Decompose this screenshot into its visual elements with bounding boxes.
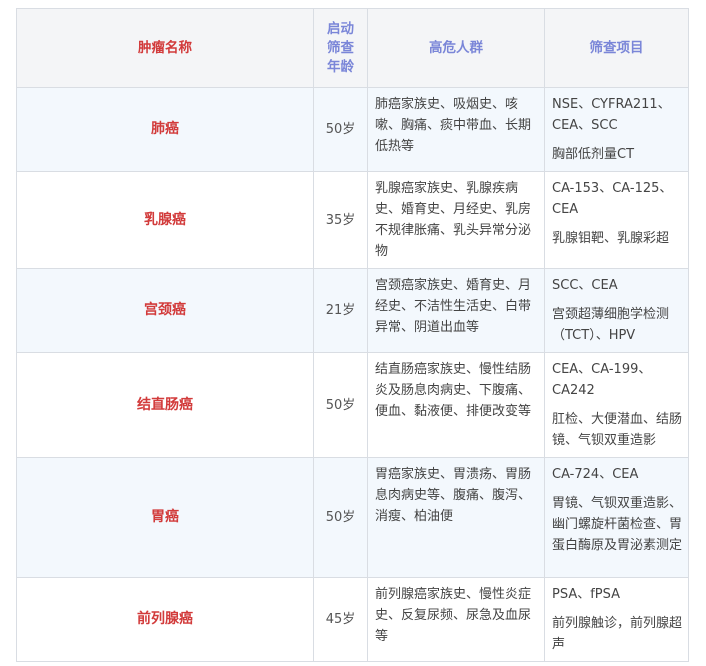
screening-exams: 胃镜、气钡双重造影、幽门螺旋杆菌检查、胃蛋白酶原及胃泌素测定: [552, 496, 683, 553]
screening-items: NSE、CYFRA211、CEA、SCC 胸部低剂量CT: [544, 87, 689, 172]
tumor-name: 结直肠癌: [16, 352, 314, 458]
screening-markers: SCC、CEA: [552, 278, 618, 293]
screening-exams: 胸部低剂量CT: [552, 147, 635, 162]
header-high-risk: 高危人群: [367, 8, 545, 88]
header-start-age-line: 年龄: [327, 58, 354, 75]
screening-markers: CA-724、CEA: [552, 467, 639, 482]
tumor-name: 肺癌: [16, 87, 314, 172]
high-risk-group: 肺癌家族史、吸烟史、咳嗽、胸痛、痰中带血、长期低热等: [367, 87, 545, 172]
screening-table-container: 肿瘤名称 启动 筛查 年龄 高危人群 筛查项目 肺癌 50岁 肺癌家族史、吸烟史…: [16, 8, 689, 662]
screening-exams: 肛检、大便潜血、结肠镜、气钡双重造影: [552, 412, 683, 448]
screening-items: CEA、CA-199、CA242 肛检、大便潜血、结肠镜、气钡双重造影: [544, 352, 689, 458]
high-risk-group: 宫颈癌家族史、婚育史、月经史、不洁性生活史、白带异常、阴道出血等: [367, 268, 545, 353]
start-age: 21岁: [313, 268, 368, 353]
tumor-name: 乳腺癌: [16, 171, 314, 269]
high-risk-group: 前列腺癌家族史、慢性炎症史、反复尿频、尿急及血尿等: [367, 577, 545, 662]
table-row: 前列腺癌 45岁 前列腺癌家族史、慢性炎症史、反复尿频、尿急及血尿等 PSA、f…: [16, 577, 689, 662]
table-row: 胃癌 50岁 胃癌家族史、胃溃疡、胃肠息肉病史等、腹痛、腹泻、消瘦、柏油便 CA…: [16, 457, 689, 578]
screening-items: CA-724、CEA 胃镜、气钡双重造影、幽门螺旋杆菌检查、胃蛋白酶原及胃泌素测…: [544, 457, 689, 578]
tumor-name: 胃癌: [16, 457, 314, 578]
screening-exams: 乳腺钼靶、乳腺彩超: [552, 231, 670, 246]
screening-markers: CA-153、CA-125、CEA: [552, 181, 673, 217]
screening-markers: CEA、CA-199、CA242: [552, 362, 652, 398]
screening-markers: NSE、CYFRA211、CEA、SCC: [552, 97, 671, 133]
start-age: 35岁: [313, 171, 368, 269]
start-age: 50岁: [313, 457, 368, 578]
table-row: 宫颈癌 21岁 宫颈癌家族史、婚育史、月经史、不洁性生活史、白带异常、阴道出血等…: [16, 268, 689, 353]
high-risk-group: 结直肠癌家族史、慢性结肠炎及肠息肉病史、下腹痛、便血、黏液便、排便改变等: [367, 352, 545, 458]
tumor-name: 前列腺癌: [16, 577, 314, 662]
table-row: 结直肠癌 50岁 结直肠癌家族史、慢性结肠炎及肠息肉病史、下腹痛、便血、黏液便、…: [16, 352, 689, 458]
screening-items: CA-153、CA-125、CEA 乳腺钼靶、乳腺彩超: [544, 171, 689, 269]
header-start-age-line: 筛查: [327, 39, 354, 56]
tumor-screening-table: 肿瘤名称 启动 筛查 年龄 高危人群 筛查项目 肺癌 50岁 肺癌家族史、吸烟史…: [16, 8, 689, 662]
start-age: 50岁: [313, 352, 368, 458]
table-row: 乳腺癌 35岁 乳腺癌家族史、乳腺疾病史、婚育史、月经史、乳房不规律胀痛、乳头异…: [16, 171, 689, 269]
high-risk-group: 胃癌家族史、胃溃疡、胃肠息肉病史等、腹痛、腹泻、消瘦、柏油便: [367, 457, 545, 578]
header-tumor-name: 肿瘤名称: [16, 8, 314, 88]
screening-exams: 宫颈超薄细胞学检测（TCT）、HPV: [552, 307, 670, 343]
screening-items: PSA、fPSA 前列腺触诊，前列腺超声: [544, 577, 689, 662]
header-screening-items: 筛查项目: [544, 8, 689, 88]
start-age: 50岁: [313, 87, 368, 172]
screening-items: SCC、CEA 宫颈超薄细胞学检测（TCT）、HPV: [544, 268, 689, 353]
screening-exams: 前列腺触诊，前列腺超声: [552, 616, 683, 652]
header-start-age: 启动 筛查 年龄: [313, 8, 368, 88]
tumor-name: 宫颈癌: [16, 268, 314, 353]
high-risk-group: 乳腺癌家族史、乳腺疾病史、婚育史、月经史、乳房不规律胀痛、乳头异常分泌物: [367, 171, 545, 269]
table-header-row: 肿瘤名称 启动 筛查 年龄 高危人群 筛查项目: [16, 8, 689, 88]
table-row: 肺癌 50岁 肺癌家族史、吸烟史、咳嗽、胸痛、痰中带血、长期低热等 NSE、CY…: [16, 87, 689, 172]
header-start-age-line: 启动: [327, 20, 354, 37]
screening-markers: PSA、fPSA: [552, 587, 621, 602]
start-age: 45岁: [313, 577, 368, 662]
